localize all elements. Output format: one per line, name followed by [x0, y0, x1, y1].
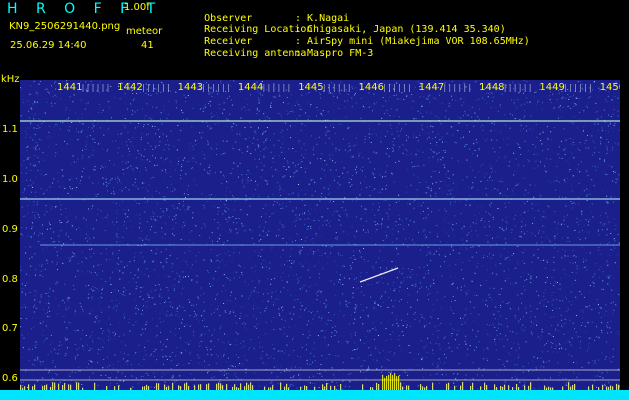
x-tick-label: 1444 [238, 82, 263, 93]
file-name: KN9_2506291440.png [9, 21, 121, 32]
x-tick-label: 1447 [419, 82, 444, 93]
spectrogram-plot: 1441 1442 1443 1444 1445 1446 1447 1448 1449 1450 [20, 80, 620, 390]
info-antenna: Receiving antenna: Maspro FM-3 [180, 39, 373, 69]
header-panel: H R O F F T 1.00f KN9_2506291440.png met… [0, 0, 629, 72]
meteor-label: meteor [126, 26, 163, 37]
y-tick-label: 0.7 [2, 323, 18, 334]
plot-background [20, 80, 620, 390]
spectrogram-canvas: 1441 1442 1443 1444 1445 1446 1447 1448 1449 1450 [20, 80, 620, 390]
x-tick-label: 1449 [539, 82, 564, 93]
y-tick-label: 1.1 [2, 124, 18, 135]
signal-bar [0, 390, 629, 400]
version-label: 1.00f [124, 2, 150, 13]
x-tick-label: 1445 [298, 82, 323, 93]
x-tick-label: 1448 [479, 82, 504, 93]
x-tick-label: 1442 [117, 82, 142, 93]
info-value: : Chigasaki, Japan (139.414 35.340) [295, 24, 506, 35]
info-value: : Maspro FM-3 [295, 48, 374, 59]
y-tick-label: 0.6 [2, 373, 18, 384]
x-tick-label: 1446 [359, 82, 384, 93]
info-value: : AirSpy mini (Miakejima VOR 108.65MHz) [295, 36, 530, 47]
x-tick-label: 1450 [600, 82, 620, 93]
date-time: 25.06.29 14:40 [10, 40, 87, 51]
meteor-count: 41 [141, 40, 154, 51]
x-tick-label: 1443 [178, 82, 203, 93]
y-axis-unit: kHz [1, 74, 20, 85]
y-tick-label: 0.9 [2, 224, 18, 235]
x-tick-label: 1441 [57, 82, 82, 93]
y-tick-label: 1.0 [2, 174, 18, 185]
y-tick-label: 0.8 [2, 274, 18, 285]
info-label: Receiving antenna [204, 48, 307, 59]
